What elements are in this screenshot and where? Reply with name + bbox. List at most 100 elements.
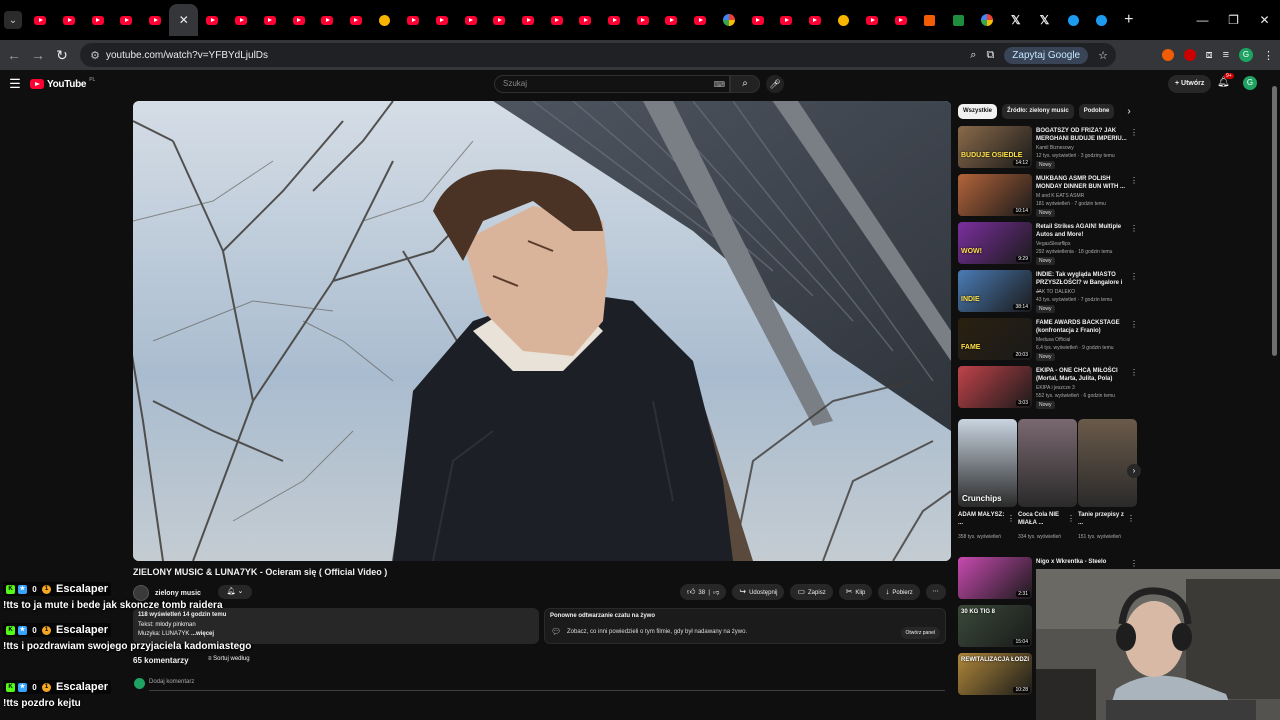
media-controls-icon[interactable]: ≡	[1223, 49, 1229, 61]
recommended-video[interactable]: 3:03 EKIPA - ONE CHCĄ MIŁOŚCI (Mortal, Ma…	[958, 366, 1138, 412]
browser-tab[interactable]: 𝕏	[1030, 4, 1059, 36]
browser-tab[interactable]	[829, 4, 858, 36]
channel-name[interactable]: VegasSlearflips	[1036, 241, 1070, 247]
browser-tab[interactable]	[514, 4, 543, 36]
forward-icon[interactable]: →	[26, 47, 50, 63]
url-text[interactable]: youtube.com/watch?v=YFBYdLjulDs	[106, 50, 268, 61]
short-thumbnail[interactable]: Crunchips	[958, 419, 1017, 507]
short-thumbnail[interactable]	[1018, 419, 1077, 507]
browser-tab[interactable]	[858, 4, 887, 36]
hamburger-menu-icon[interactable]: ☰	[0, 76, 30, 92]
browser-tab[interactable]	[284, 4, 313, 36]
filter-chip[interactable]: Wszystkie	[958, 104, 998, 119]
video-title[interactable]: FAME AWARDS BACKSTAGE (konfrontacja z Fr…	[1036, 319, 1128, 335]
browser-tab[interactable]	[428, 4, 457, 36]
recommended-video[interactable]: 10:14 MUKBANG ASMR POLISH MONDAY DINNER B…	[958, 174, 1138, 220]
share-button[interactable]: ↪ Udostępnij	[732, 584, 785, 600]
open-panel-button[interactable]: Otwórz panel	[900, 627, 940, 639]
browser-tab[interactable]	[256, 4, 285, 36]
zoom-icon[interactable]: ⌕	[970, 49, 976, 62]
kebab-menu-icon[interactable]: ⋮	[1130, 128, 1138, 137]
browser-tab[interactable]	[571, 4, 600, 36]
short-thumbnail[interactable]	[1078, 419, 1137, 507]
browser-tab[interactable]	[628, 4, 657, 36]
kebab-menu-icon[interactable]: ⋮	[1130, 176, 1138, 185]
video-player[interactable]	[133, 101, 951, 561]
install-app-icon[interactable]: ⧉	[986, 49, 994, 62]
channel-name[interactable]: M and K EATS ASMR	[1036, 193, 1084, 199]
bookmark-star-icon[interactable]: ☆	[1098, 49, 1108, 62]
kebab-menu-icon[interactable]: ⋮	[1130, 559, 1138, 568]
reload-icon[interactable]: ↻	[50, 47, 74, 64]
restore-icon[interactable]: ❐	[1218, 13, 1249, 27]
channel-name[interactable]: Medusa Official	[1036, 337, 1070, 343]
browser-tab[interactable]	[973, 4, 1002, 36]
browser-tab[interactable]	[26, 4, 55, 36]
kebab-menu-icon[interactable]: ⋮	[1127, 514, 1135, 523]
browser-tab[interactable]	[485, 4, 514, 36]
search-box[interactable]: Szukaj ⌨	[494, 75, 730, 93]
video-thumbnail[interactable]: 3:03	[958, 366, 1032, 408]
browser-tab[interactable]	[944, 4, 973, 36]
address-bar[interactable]: ⚙ youtube.com/watch?v=YFBYdLjulDs ⌕ ⧉ Za…	[80, 43, 1116, 67]
keyboard-icon[interactable]: ⌨	[713, 80, 725, 89]
browser-tab[interactable]	[772, 4, 801, 36]
channel-name[interactable]: Kamil Biznesowy	[1036, 145, 1074, 151]
youtube-logo[interactable]: YouTube PL	[30, 77, 95, 90]
kebab-menu-icon[interactable]: ⋮	[1130, 272, 1138, 281]
search-input[interactable]: Szukaj	[503, 79, 527, 88]
kebab-menu-icon[interactable]: ⋮	[1007, 514, 1015, 523]
save-button[interactable]: ▭ Zapisz	[790, 584, 833, 600]
browser-tab[interactable]	[342, 4, 371, 36]
filter-chip[interactable]: Podobne	[1078, 104, 1115, 119]
recommended-video[interactable]: WOW! 9:29 Retail Strikes AGAIN! Multiple A…	[958, 222, 1138, 268]
browser-tab[interactable]	[399, 4, 428, 36]
browser-tab[interactable]	[915, 4, 944, 36]
browser-tab[interactable]: ✕	[169, 4, 199, 36]
video-thumbnail[interactable]: WOW! 9:29	[958, 222, 1032, 264]
kebab-menu-icon[interactable]: ⋮	[1130, 224, 1138, 233]
like-button[interactable]: 👍︎ 38 | 👎︎	[680, 584, 727, 600]
recommended-video[interactable]: BUDUJE OSIEDLE 14:12 BOGATSZY OD FRIZA? JA…	[958, 126, 1138, 172]
filter-chip[interactable]: Źródło: zielony music	[1002, 104, 1074, 119]
extension-icon-1[interactable]	[1161, 49, 1174, 61]
browser-tab[interactable]	[657, 4, 686, 36]
browser-tab[interactable]	[600, 4, 629, 36]
video-title[interactable]: MUKBANG ASMR POLISH MONDAY DINNER BUN WI…	[1036, 175, 1128, 191]
browser-tab[interactable]	[801, 4, 830, 36]
video-thumbnail[interactable]: 30 KG TIG 8 15:04	[958, 605, 1032, 647]
short-title[interactable]: Tanie przepisy z ...	[1078, 511, 1130, 527]
recommended-video[interactable]: INDIE 38:14 INDIE: Tak wygląda MIASTO PRZY…	[958, 270, 1138, 316]
kebab-menu-icon[interactable]: ⋮	[1067, 514, 1075, 523]
youtube-account-avatar[interactable]: G	[1243, 76, 1257, 90]
browser-profile-avatar[interactable]: G	[1239, 48, 1253, 62]
more-actions-button[interactable]: ⋯	[925, 584, 946, 600]
browser-tab[interactable]	[686, 4, 715, 36]
video-thumbnail[interactable]: FAME 20:03	[958, 318, 1032, 360]
create-button[interactable]: + Utwórz	[1168, 75, 1212, 93]
recommended-video[interactable]: FAME 20:03 FAME AWARDS BACKSTAGE (konfront…	[958, 318, 1138, 364]
ask-google-button[interactable]: Zapytaj Google	[1004, 46, 1089, 64]
video-thumbnail[interactable]: 2:31	[958, 557, 1032, 599]
video-title[interactable]: Nigo x Wkrentka - Steelo	[1036, 558, 1128, 566]
download-button[interactable]: ↓ Pobierz	[878, 584, 920, 600]
video-title[interactable]: EKIPA - ONE CHCĄ MIŁOŚCI (Mortal, Marta,…	[1036, 367, 1128, 383]
browser-tab[interactable]	[715, 4, 744, 36]
kebab-menu-icon[interactable]: ⋮	[1130, 320, 1138, 329]
back-icon[interactable]: ←	[2, 47, 26, 63]
short-title[interactable]: Coca Cola NIE MIAŁA ...	[1018, 511, 1070, 527]
thumbs-down-icon[interactable]: 👎︎	[713, 590, 719, 596]
browser-tab[interactable]	[227, 4, 256, 36]
browser-tab[interactable]	[542, 4, 571, 36]
extension-icon-2[interactable]	[1183, 49, 1196, 61]
browser-tab[interactable]	[887, 4, 916, 36]
video-thumbnail[interactable]: 10:14	[958, 174, 1032, 216]
minimize-icon[interactable]: —	[1187, 13, 1218, 27]
shorts-next-chevron-icon[interactable]: ›	[1127, 464, 1141, 478]
video-thumbnail[interactable]: BUDUJE OSIEDLE 14:12	[958, 126, 1032, 168]
tab-search-menu[interactable]: ⌄	[4, 11, 22, 29]
browser-tab[interactable]	[456, 4, 485, 36]
browser-tab[interactable]	[141, 4, 170, 36]
new-tab-button[interactable]: +	[1124, 11, 1133, 29]
browser-tab[interactable]	[313, 4, 342, 36]
